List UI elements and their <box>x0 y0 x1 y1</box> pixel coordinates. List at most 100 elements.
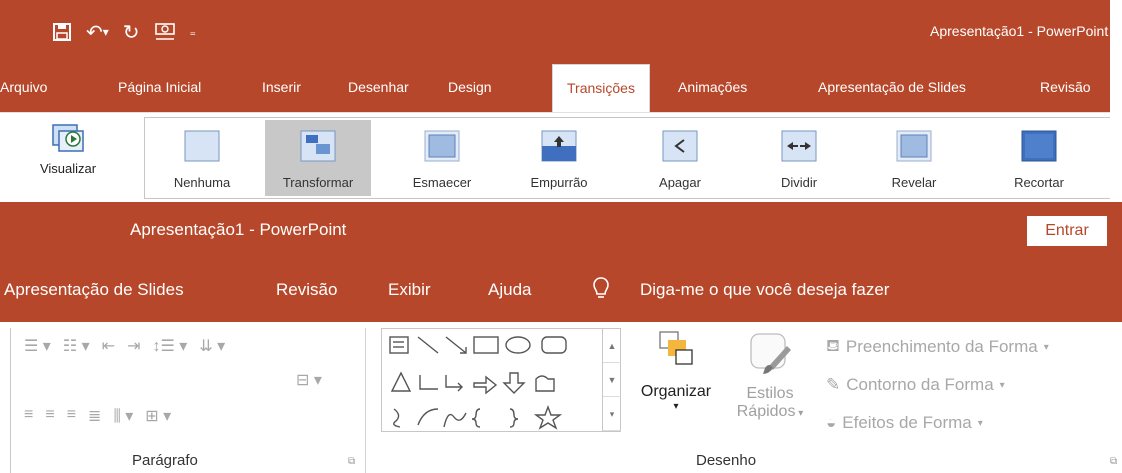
transition-revelar[interactable]: Revelar <box>869 120 959 196</box>
quick-styles-label-2: Rápidos <box>736 403 796 420</box>
present-from-start-icon[interactable] <box>154 20 176 44</box>
divider <box>10 328 11 473</box>
align-text-icon[interactable]: ⊟ ▾ <box>296 370 322 390</box>
transition-label: Recortar <box>1014 175 1064 190</box>
quick-styles-button[interactable]: Estilos Rápidos ▾ <box>722 328 818 446</box>
decrease-indent-icon[interactable]: ⇤ <box>102 336 115 356</box>
transition-split-icon <box>781 130 817 162</box>
chevron-down-icon: ▾ <box>977 417 983 429</box>
paragraph-launcher-icon[interactable]: ⧉ <box>348 456 355 467</box>
transition-label: Empurrão <box>530 175 588 190</box>
shapes-gallery[interactable]: ▲ ▼ ▾ <box>381 328 621 432</box>
tab-apresentacao-de-slides[interactable]: Apresentação de Slides <box>4 280 184 300</box>
bullets-icon[interactable]: ☰ ▾ <box>24 336 51 356</box>
text-direction-icon[interactable]: ⇊ ▾ <box>199 336 225 356</box>
paint-bucket-icon: ⛾ <box>826 336 840 355</box>
transition-label: Nenhuma <box>173 175 231 190</box>
arrange-button[interactable]: Organizar ▾ <box>626 328 726 446</box>
chevron-down-icon: ▾ <box>673 401 679 412</box>
shape-effects-button[interactable]: ◒ Efeitos de Forma ▾ <box>826 404 1122 442</box>
tab-apresentacao-de-slides[interactable]: Apresentação de Slides <box>818 64 966 112</box>
increase-indent-icon[interactable]: ⇥ <box>127 336 140 356</box>
undo-icon[interactable]: ↶ ▾ <box>86 20 109 44</box>
transition-transformar[interactable]: Transformar <box>265 120 371 196</box>
sign-in-button[interactable]: Entrar <box>1027 216 1107 246</box>
home-ribbon: ☰ ▾ ☷ ▾ ⇤ ⇥ ↕☰ ▾ ⇊ ▾ ⊟ ▾ ≡ ≡ ≡ ≣ ⫼ ▾ ⊞ ▾… <box>0 322 1122 473</box>
shapes-gallery-icons <box>389 336 567 430</box>
transition-label: Apagar <box>659 175 701 190</box>
transition-esmaecer[interactable]: Esmaecer <box>397 120 487 196</box>
top-screenshot: ↶ ▾ ↻ ₌ Apresentação1 - PowerPoint Arquiv… <box>0 0 1122 202</box>
shape-effects-label: Efeitos de Forma <box>842 413 972 432</box>
tab-desenhar[interactable]: Desenhar <box>348 64 409 112</box>
preview-button[interactable]: Visualizar <box>14 117 122 197</box>
chevron-down-icon: ▾ <box>999 379 1005 391</box>
scroll-down-icon[interactable]: ▼ <box>603 363 621 397</box>
transition-dividir[interactable]: Dividir <box>751 120 847 196</box>
lightbulb-icon <box>592 276 610 307</box>
ribbon-tabs: Arquivo Página Inicial Inserir Desenhar … <box>0 64 1110 114</box>
paragraph-row-2: ⊟ ▾ <box>296 370 322 390</box>
arrange-label: Organizar <box>640 383 712 400</box>
quick-access-toolbar: ↶ ▾ ↻ ₌ <box>52 20 196 44</box>
arrange-icon <box>659 331 693 365</box>
shape-format-commands: ⛾ Preenchimento da Forma ▾ ✎ Contorno da… <box>826 328 1122 442</box>
customize-qat-icon[interactable]: ₌ <box>190 20 196 44</box>
window-title: Apresentação1 - PowerPoint <box>130 220 347 239</box>
transitions-ribbon: Visualizar Nenhuma Transformar Esmaecer … <box>0 112 1110 202</box>
tab-revisao[interactable]: Revisão <box>1040 64 1091 112</box>
window-title: Apresentação1 - PowerPoint <box>930 23 1109 39</box>
tab-arquivo[interactable]: Arquivo <box>0 64 47 112</box>
transition-fade-icon <box>424 130 460 162</box>
tab-animacoes[interactable]: Animações <box>678 64 747 112</box>
transition-recortar[interactable]: Recortar <box>991 120 1087 196</box>
shape-fill-label: Preenchimento da Forma <box>845 337 1038 356</box>
chevron-down-icon: ▾ <box>1043 341 1049 353</box>
preview-label: Visualizar <box>39 161 97 176</box>
transition-label: Revelar <box>891 175 937 190</box>
transition-empurrao[interactable]: Empurrão <box>511 120 607 196</box>
paragraph-row-1: ☰ ▾ ☷ ▾ ⇤ ⇥ ↕☰ ▾ ⇊ ▾ <box>24 336 225 356</box>
divider <box>365 328 366 473</box>
tab-exibir[interactable]: Exibir <box>388 280 431 300</box>
transition-none-icon <box>184 130 220 162</box>
tab-inserir[interactable]: Inserir <box>262 64 301 112</box>
line-spacing-icon[interactable]: ↕☰ ▾ <box>152 336 187 356</box>
drawing-group-label: Desenho <box>696 452 757 469</box>
shape-outline-label: Contorno da Forma <box>846 375 994 394</box>
paragraph-group-label: Parágrafo <box>132 452 198 469</box>
more-shapes-icon[interactable]: ▾ <box>603 397 621 431</box>
transition-label: Transformar <box>282 175 354 190</box>
columns-icon[interactable]: ⫼ ▾ <box>113 406 133 426</box>
quick-styles-label-1: Estilos <box>746 385 794 402</box>
transition-push-icon <box>541 130 577 162</box>
tab-pagina-inicial[interactable]: Página Inicial <box>118 64 201 112</box>
align-right-icon[interactable]: ≡ <box>67 406 76 426</box>
redo-icon[interactable]: ↻ <box>123 20 140 44</box>
tab-design[interactable]: Design <box>448 64 492 112</box>
transition-wipe-icon <box>662 130 698 162</box>
smartart-icon[interactable]: ⊞ ▾ <box>145 406 171 426</box>
transition-nenhuma[interactable]: Nenhuma <box>157 120 247 196</box>
tab-transicoes[interactable]: Transições <box>552 64 650 114</box>
chevron-down-icon: ▾ <box>795 408 804 419</box>
save-icon[interactable] <box>52 20 72 44</box>
numbering-icon[interactable]: ☷ ▾ <box>63 336 90 356</box>
justify-icon[interactable]: ≣ <box>88 406 101 426</box>
tab-revisao[interactable]: Revisão <box>276 280 337 300</box>
tell-me-search[interactable]: Diga-me o que você deseja fazer <box>640 280 889 300</box>
transition-apagar[interactable]: Apagar <box>635 120 725 196</box>
scroll-up-icon[interactable]: ▲ <box>603 329 621 363</box>
transition-cut-icon <box>1021 130 1057 162</box>
ribbon-tabs: Apresentação de Slides Revisão Exibir Aj… <box>0 260 1122 322</box>
shapes-scrollbar[interactable]: ▲ ▼ ▾ <box>602 329 621 431</box>
shape-fill-button[interactable]: ⛾ Preenchimento da Forma ▾ <box>826 328 1122 366</box>
align-left-icon[interactable]: ≡ <box>24 406 33 426</box>
align-center-icon[interactable]: ≡ <box>45 406 54 426</box>
transition-label: Esmaecer <box>412 175 472 190</box>
quick-styles-icon <box>750 333 791 374</box>
title-bar: ↶ ▾ ↻ ₌ Apresentação1 - PowerPoint <box>0 0 1110 64</box>
shape-outline-button[interactable]: ✎ Contorno da Forma ▾ <box>826 366 1122 404</box>
drawing-launcher-icon[interactable]: ⧉ <box>1110 456 1117 467</box>
tab-ajuda[interactable]: Ajuda <box>488 280 531 300</box>
